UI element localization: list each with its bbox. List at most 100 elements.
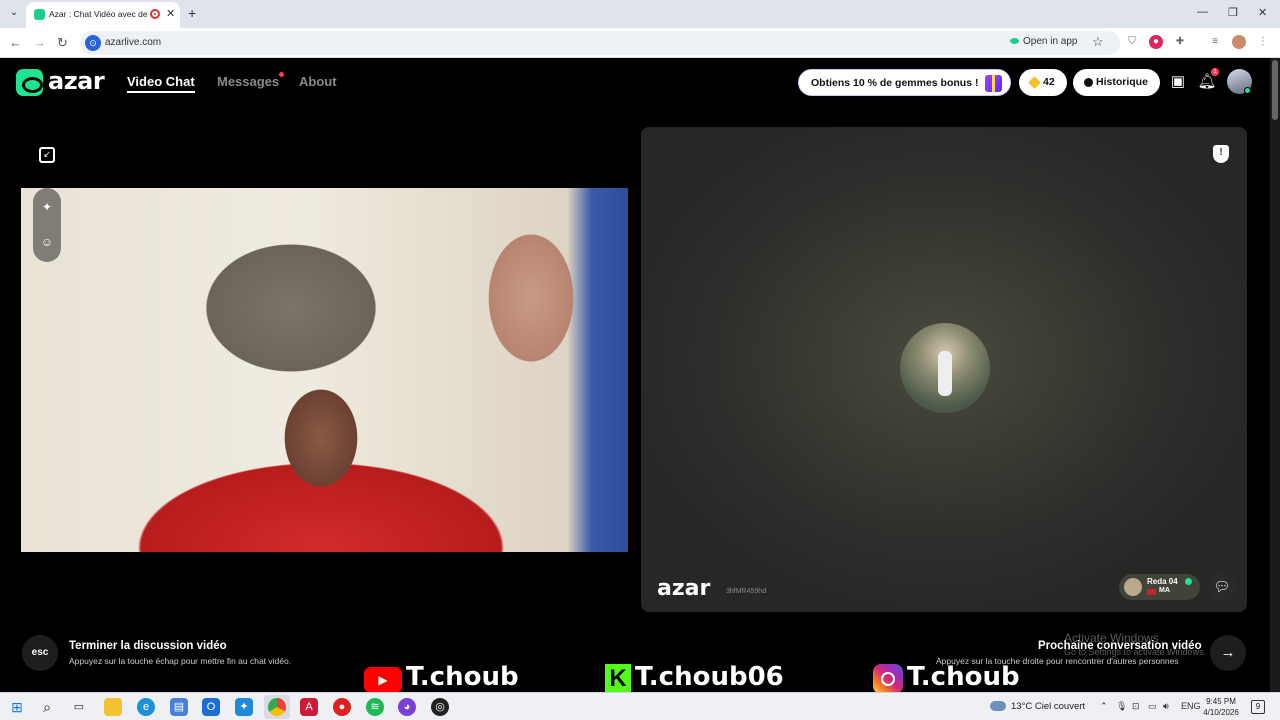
camera-icon[interactable]: ⊡ [1132,701,1140,712]
youtube-handle: T.choub [406,662,519,692]
bookmark-star-icon[interactable]: ☆ [1092,34,1104,50]
instagram-handle: T.choub [907,662,1020,692]
face-filter-icon[interactable]: ☺ [39,234,55,250]
verified-icon [1185,578,1192,585]
forward-button[interactable]: → [33,35,46,50]
gift-icon [985,75,1002,92]
extension-shield-icon[interactable]: ⛉ [1125,35,1139,49]
scrollbar-thumb[interactable] [1272,60,1278,120]
outlook-icon[interactable]: O [202,698,220,716]
reload-button[interactable]: ↻ [57,35,68,51]
extension-adblock-icon[interactable]: ● [1149,35,1163,49]
task-view-icon[interactable]: ▭ [70,698,88,716]
open-in-app-label: Open in app [1023,36,1078,47]
profile-icon[interactable] [1232,35,1246,49]
app-icon[interactable]: ✦ [235,698,253,716]
store-icon[interactable]: ▤ [170,698,188,716]
online-status-dot [1244,87,1251,94]
esc-button[interactable]: esc [22,635,58,671]
browser-menu-icon[interactable]: ⋮ [1256,35,1270,49]
gem-icon [1028,76,1041,89]
obs-icon[interactable]: ◎ [431,698,449,716]
media-controls-icon[interactable]: ≡ [1208,35,1222,49]
restore-button[interactable]: ❐ [1228,6,1238,19]
system-clock[interactable]: 9:45 PM 4/10/2026 [1203,696,1239,718]
gems-count: 42 [1043,76,1055,88]
tray-chevron-icon[interactable]: ⌃ [1100,701,1108,712]
peer-country: MA [1159,587,1170,594]
clock-date: 4/10/2026 [1203,708,1239,717]
language-indicator[interactable]: ENG [1181,701,1201,711]
edge-icon[interactable]: e [137,698,155,716]
self-camera-feed [21,188,628,552]
close-window-button[interactable]: ✕ [1258,6,1267,19]
recording-icon [150,9,160,19]
file-explorer-icon[interactable] [104,698,122,716]
history-label: Historique [1096,76,1148,88]
history-clock-icon [1084,78,1093,87]
azar-logo-icon[interactable] [16,69,43,96]
microphone-icon[interactable]: 🎙︎ [1116,701,1127,712]
kick-handle: T.choub06 [635,662,784,692]
recorder-icon[interactable]: ● [333,698,351,716]
report-shield-icon[interactable]: ! [1213,145,1229,163]
url-field[interactable]: ⊙ azarlive.com Open in app ☆ [80,31,1120,55]
nav-messages[interactable]: Messages [217,74,279,89]
next-arrow-button[interactable]: → [1210,635,1246,671]
history-button[interactable]: Historique [1073,69,1160,96]
weather-text[interactable]: 13°C Ciel couvert [1011,701,1085,712]
peer-user-chip[interactable]: Reda 04 MA [1119,574,1200,600]
kick-icon: K [605,664,631,694]
nav-video-chat[interactable]: Video Chat [127,74,195,93]
clock-time: 9:45 PM [1206,697,1236,706]
acrobat-icon[interactable]: A [300,698,318,716]
bonus-label: Obtiens 10 % de gemmes bonus ! [811,77,979,89]
browser-tab[interactable]: Azar : Chat Vidéo avec de n ✕ [26,2,180,28]
end-chat-subtitle: Appuyez sur la touche échap pour mettre … [69,656,292,666]
notification-center-icon[interactable]: 9 [1251,700,1265,714]
activate-windows-title: Activate Windows [1064,631,1159,645]
azar-favicon-icon [34,9,45,20]
chat-bubble-button[interactable]: 💬︎ [1208,573,1236,601]
self-video-panel [21,127,628,612]
new-tab-button[interactable]: + [188,5,196,21]
youtube-icon: ▶ [364,667,402,693]
open-in-app-button[interactable]: Open in app [1010,36,1078,47]
messages-unread-dot [279,72,284,77]
peer-video-panel [641,127,1247,612]
volume-icon[interactable]: 🔊︎ [1163,701,1169,712]
url-text: azarlive.com [105,37,162,48]
network-icon[interactable]: ▭ [1148,701,1157,712]
peer-avatar [1124,578,1142,596]
spotify-icon[interactable]: ≋ [366,698,384,716]
search-icon[interactable]: ⌕ [38,698,56,716]
minimize-video-icon[interactable]: ↙ [39,147,55,163]
page-scrollbar[interactable] [1270,58,1280,692]
peer-azar-watermark: azar [657,576,711,601]
windows-taskbar: ⊞ ⌕ ▭ e ▤ O ✦ A ● ≋ ◕ ◎ 13°C Ciel couver… [0,692,1280,720]
peer-name: Reda 04 [1147,577,1178,586]
gems-balance-button[interactable]: 42 [1019,69,1067,96]
magic-wand-icon[interactable]: ✦ [39,199,55,215]
bonus-gems-button[interactable]: Obtiens 10 % de gemmes bonus ! [798,69,1011,96]
chrome-icon[interactable] [268,698,286,716]
browser-tab-bar: ⌄ Azar : Chat Vidéo avec de n ✕ + — ❐ ✕ [0,0,1280,28]
peer-id-text: 3hfMR459hd [726,588,767,595]
weather-cloud-icon [990,701,1006,711]
instagram-icon [873,664,903,694]
discord-icon[interactable]: ◕ [398,698,416,716]
nav-about[interactable]: About [299,74,337,89]
activate-windows-subtitle: Go to Settings to activate Windows. [1064,647,1207,657]
windows-start-icon[interactable]: ⊞ [8,698,26,716]
minimize-button[interactable]: — [1197,6,1208,18]
close-tab-icon[interactable]: ✕ [166,7,175,20]
back-button[interactable]: ← [9,35,22,50]
app-icon [1010,38,1019,44]
site-info-icon[interactable]: ⊙ [85,35,101,51]
azar-logo-text[interactable]: azar [48,67,105,95]
flag-icon [1147,589,1156,595]
tab-search-icon[interactable]: ⌄ [6,7,22,21]
shop-icon[interactable]: ▣ [1168,72,1188,92]
site-header: azar Video Chat Messages About Obtiens 1… [0,58,1280,108]
extensions-puzzle-icon[interactable]: ✚ [1173,35,1187,49]
